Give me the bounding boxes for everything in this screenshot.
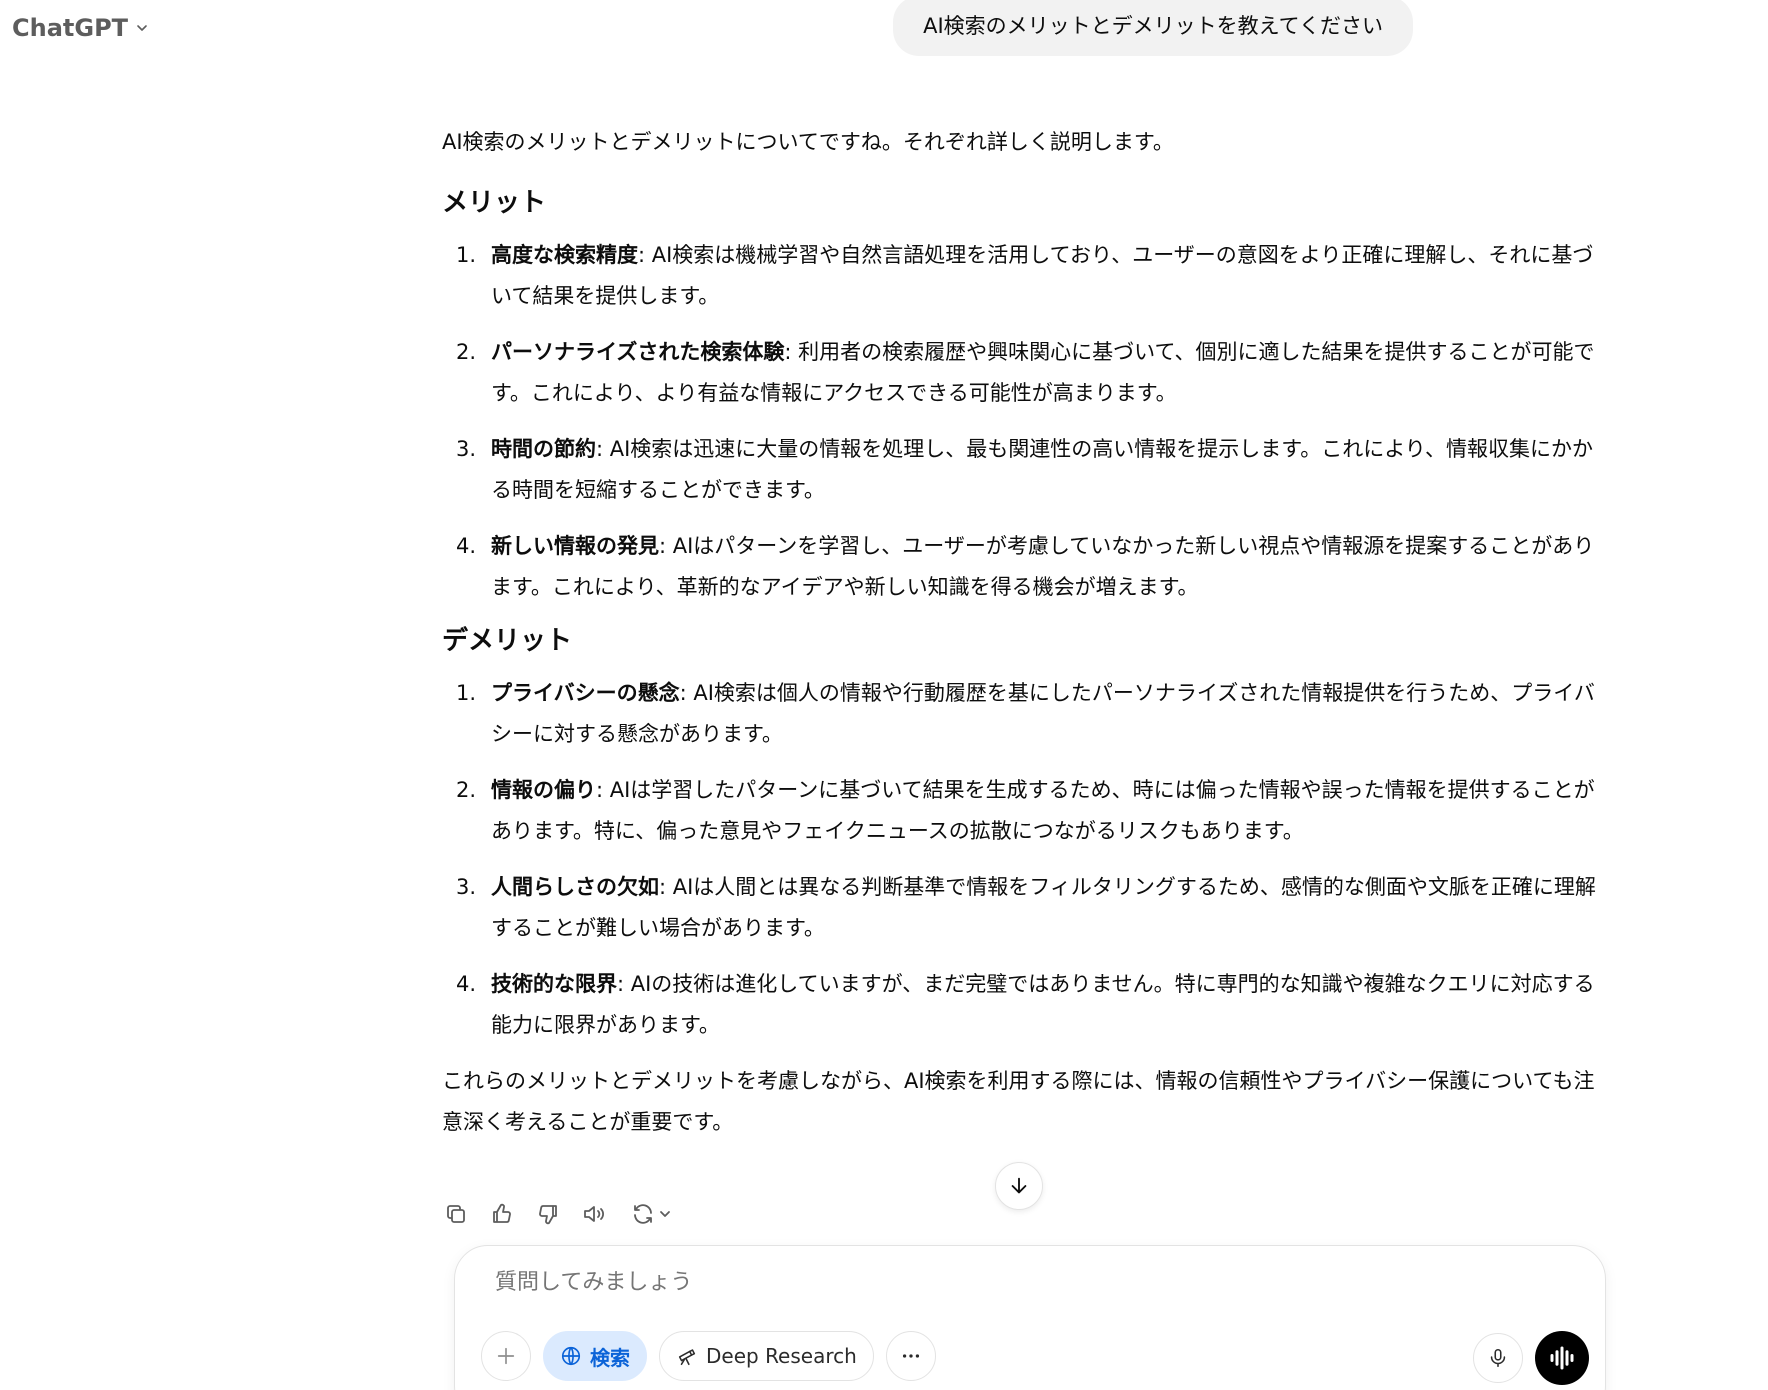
item-title: 時間の節約: [491, 437, 596, 461]
list-number: 2.: [456, 340, 477, 364]
chevron-down-icon: [660, 1211, 670, 1217]
voice-mode-button[interactable]: [1535, 1331, 1589, 1385]
assistant-answer: AI検索のメリットとデメリットについてですね。それぞれ詳しく説明します。 メリッ…: [442, 122, 1599, 1143]
list-item: 3. 時間の節約: AI検索は迅速に大量の情報を処理し、最も関連性の高い情報を提示…: [442, 429, 1599, 511]
chat-app: ChatGPT AI検索のメリットとデメリットを教えてください AI検索のメリッ…: [0, 0, 1768, 1390]
bad-response-button[interactable]: [532, 1198, 564, 1230]
thumbs-down-icon: [539, 1205, 557, 1225]
arrow-down-icon: [1011, 1177, 1027, 1194]
list-number: 1.: [456, 243, 477, 267]
search-label: 検索: [590, 1345, 630, 1370]
more-tools-button[interactable]: [885, 1331, 936, 1381]
message-composer: 検索 Deep Research: [454, 1245, 1606, 1390]
deep-research-label: Deep Research: [706, 1344, 857, 1368]
item-title: 人間らしさの欠如: [491, 875, 659, 899]
list-number: 1.: [456, 681, 477, 705]
search-toggle-button[interactable]: 検索: [543, 1331, 647, 1381]
scroll-down-button[interactable]: [995, 1162, 1043, 1210]
model-switcher[interactable]: ChatGPT: [10, 10, 152, 46]
voice-wave-icon: [1550, 1346, 1574, 1370]
list-item: 4. 新しい情報の発見: AIはパターンを学習し、ユーザーが考慮していなかった新し…: [442, 526, 1599, 608]
chevron-down-icon: [137, 25, 147, 31]
item-text: : AIは学習したパターンに基づいて結果を生成するため、時には偏った情報や誤った…: [491, 778, 1595, 843]
list-number: 3.: [456, 437, 477, 461]
telescope-icon: [678, 1349, 696, 1366]
list-number: 4.: [456, 972, 477, 996]
globe-icon: [561, 1346, 581, 1366]
deep-research-button[interactable]: Deep Research: [659, 1331, 874, 1381]
merits-list: 1. 高度な検索精度: AI検索は機械学習や自然言語処理を活用しており、ユーザーの…: [442, 235, 1599, 608]
list-item: 1. プライバシーの懸念: AI検索は個人の情報や行動履歴を基にしたパーソナライズ…: [442, 673, 1599, 755]
demerits-list: 1. プライバシーの懸念: AI検索は個人の情報や行動履歴を基にしたパーソナライズ…: [442, 673, 1599, 1046]
item-text: : AIの技術は進化していますが、まだ完璧ではありません。特に専門的な知識や複雑…: [491, 972, 1595, 1037]
regenerate-button[interactable]: [624, 1198, 680, 1230]
item-title: 新しい情報の発見: [491, 534, 659, 558]
regenerate-icon: [634, 1204, 652, 1224]
item-title: プライバシーの懸念: [491, 681, 680, 705]
list-number: 4.: [456, 534, 477, 558]
dictate-button[interactable]: [1473, 1333, 1523, 1383]
list-item: 2. 情報の偏り: AIは学習したパターンに基づいて結果を生成するため、時には偏っ…: [442, 770, 1599, 852]
item-text: : AI検索は迅速に大量の情報を処理し、最も関連性の高い情報を提示します。これに…: [491, 437, 1593, 502]
user-message: AI検索のメリットとデメリットを教えてください: [893, 0, 1413, 56]
item-title: 高度な検索精度: [491, 243, 638, 267]
model-label: ChatGPT: [12, 14, 129, 42]
demerits-heading: デメリット: [442, 626, 573, 656]
plus-icon: [497, 1347, 515, 1365]
composer-right-tools: [1473, 1331, 1589, 1385]
composer-tools: 検索 Deep Research: [481, 1331, 936, 1381]
answer-outro: これらのメリットとデメリットを考慮しながら、AI検索を利用する際には、情報の信頼…: [442, 1069, 1595, 1134]
prompt-input[interactable]: [495, 1270, 1495, 1295]
copy-icon: [447, 1205, 465, 1223]
good-response-button[interactable]: [486, 1198, 518, 1230]
thumbs-up-icon: [493, 1203, 511, 1223]
microphone-icon: [1490, 1348, 1506, 1368]
read-aloud-icon: [584, 1206, 604, 1222]
merits-heading: メリット: [442, 188, 547, 218]
item-title: 情報の偏り: [491, 778, 596, 802]
list-number: 3.: [456, 875, 477, 899]
copy-button[interactable]: [440, 1198, 472, 1230]
read-aloud-button[interactable]: [578, 1198, 610, 1230]
item-text: : AI検索は機械学習や自然言語処理を活用しており、ユーザーの意図をより正確に理…: [491, 243, 1594, 308]
list-item: 4. 技術的な限界: AIの技術は進化していますが、まだ完璧ではありません。特に専…: [442, 964, 1599, 1046]
list-item: 3. 人間らしさの欠如: AIは人間とは異なる判断基準で情報をフィルタリングするた…: [442, 867, 1599, 949]
item-title: 技術的な限界: [491, 972, 617, 996]
message-actions: [440, 1198, 680, 1230]
list-item: 2. パーソナライズされた検索体験: 利用者の検索履歴や興味関心に基づいて、個別に…: [442, 332, 1599, 414]
answer-intro: AI検索のメリットとデメリットについてですね。それぞれ詳しく説明します。: [442, 130, 1174, 154]
item-title: パーソナライズされた検索体験: [491, 340, 785, 364]
list-item: 1. 高度な検索精度: AI検索は機械学習や自然言語処理を活用しており、ユーザーの…: [442, 235, 1599, 317]
attach-button[interactable]: [481, 1331, 531, 1381]
list-number: 2.: [456, 778, 477, 802]
more-icon: [902, 1354, 919, 1358]
